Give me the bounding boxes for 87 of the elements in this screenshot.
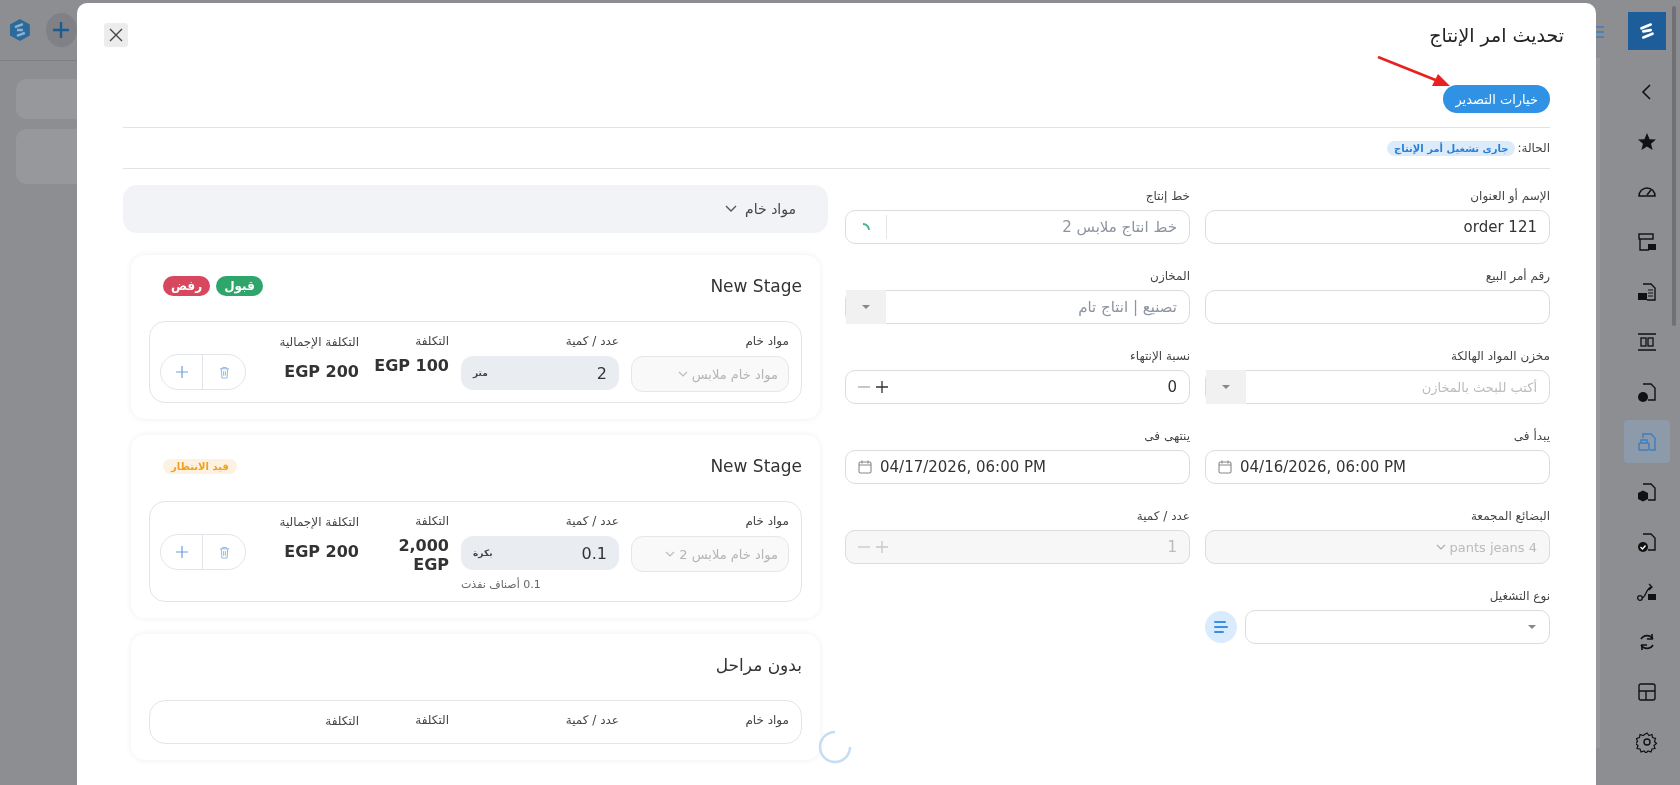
status-badge: جارى تشغيل أمر الإنتاج: [1387, 140, 1516, 156]
field-label: التكلفة الإجمالية: [279, 514, 359, 531]
chevron-down-icon: [665, 551, 676, 557]
card-background: [16, 79, 77, 119]
field-label: مواد خام: [744, 713, 789, 727]
chevron-down-icon: [677, 371, 688, 377]
text-field[interactable]: order 121: [1205, 210, 1550, 244]
close-button[interactable]: [104, 23, 128, 47]
plus-icon[interactable]: [876, 381, 888, 393]
stage-title: بدون مراحل: [715, 655, 802, 675]
logo-icon: [8, 17, 32, 43]
caret-down-icon: [1221, 384, 1231, 390]
select-field: pants jeans 4: [1205, 530, 1550, 564]
helper-text: 0.1 أصناف نفذت: [461, 578, 541, 591]
accordion-title: مواد خام: [745, 201, 796, 217]
calendar-icon: [1218, 460, 1232, 474]
stage-title: New Stage: [710, 456, 802, 476]
document-box-icon: [1636, 480, 1658, 503]
calendar-icon: [858, 460, 872, 474]
field-label: التكلفة: [415, 713, 449, 727]
chevron-down-icon: [1435, 544, 1446, 550]
accordion-header[interactable]: مواد خام: [123, 185, 828, 233]
field-label: مواد خام: [744, 334, 789, 348]
field-label: رقم أمر البيع: [1484, 269, 1550, 285]
settings-icon: [1636, 730, 1658, 753]
trash-icon: [218, 365, 230, 379]
field-label: التكلفة: [415, 334, 449, 348]
date-field[interactable]: 04/16/2026, 06:00 PM: [1205, 450, 1550, 484]
logo-icon: [1628, 12, 1666, 50]
columns-icon: [1636, 330, 1658, 353]
select-field[interactable]: خط انتاج ملابس 2: [845, 210, 1190, 244]
field-label: نوع التشغيل: [1488, 589, 1550, 606]
export-options-button[interactable]: خيارات التصدير: [1443, 85, 1550, 113]
document-lock-icon: [1636, 430, 1658, 453]
modal-title: تحديث امر الإنتاج: [1429, 24, 1564, 46]
total-value: EGP 200: [284, 362, 359, 381]
field-label: عدد / كمية: [564, 334, 619, 348]
field-label: عدد / كمية: [1135, 509, 1190, 525]
action-button[interactable]: قبول: [216, 276, 263, 296]
total-value: EGP 200: [284, 542, 359, 561]
loading-spinner-icon: [862, 223, 870, 231]
plus-icon: [51, 20, 72, 40]
plus-icon: [175, 366, 188, 378]
loading-spinner-icon: [817, 729, 853, 765]
register-icon: [1636, 230, 1658, 253]
cost-value: 2,000 EGP: [397, 536, 449, 574]
number-field[interactable]: 0: [845, 370, 1190, 404]
number-field: 1: [845, 530, 1190, 564]
add-button[interactable]: [45, 13, 77, 47]
unit-label: بكرة: [473, 548, 493, 558]
date-field[interactable]: 04/17/2026, 06:00 PM: [845, 450, 1190, 484]
document-check-icon: [1636, 530, 1658, 553]
field-label: مواد خام: [744, 514, 789, 528]
field-label: البضائع المجمعة: [1469, 509, 1550, 525]
stage-title: New Stage: [710, 276, 802, 296]
field-label: مخزن المواد الهالكة: [1450, 349, 1550, 366]
card-background: [16, 129, 77, 184]
field-label: عدد / كمية: [564, 713, 619, 727]
trash-icon: [218, 545, 230, 559]
document-briefcase-icon: [1636, 280, 1658, 303]
field-label: التكلفة: [325, 713, 359, 730]
field-label: التكلفة الإجمالية: [279, 334, 359, 351]
caret-down-icon: [861, 304, 871, 310]
status-label: الحالة:: [1517, 141, 1550, 155]
field-label: التكلفة: [415, 514, 449, 528]
chevron-down-icon: [725, 205, 738, 213]
unit-label: متر: [473, 368, 488, 378]
field-label: نسبة الإنتهاء: [1129, 349, 1190, 365]
list-icon: [1214, 621, 1228, 633]
close-icon: [109, 28, 123, 42]
cost-value: EGP 100: [374, 356, 449, 375]
field-label: خط إنتاج: [1144, 189, 1190, 205]
text-field[interactable]: [1205, 290, 1550, 324]
layout-icon: [1636, 680, 1658, 703]
select-field[interactable]: [1245, 610, 1550, 644]
field-label: الإسم أو العنوان: [1469, 189, 1550, 206]
action-button[interactable]: رفض: [163, 276, 211, 296]
select-field[interactable]: تصنيع | انتاج تام: [845, 290, 1190, 324]
field-label: ينتهى فى: [1143, 429, 1190, 445]
field-label: المخازن: [1149, 269, 1190, 285]
field-label: عدد / كمية: [564, 514, 619, 528]
caret-down-icon: [1527, 624, 1537, 630]
field-label: يبدأ فى: [1512, 429, 1550, 445]
plus-icon: [175, 546, 188, 558]
list-button[interactable]: [1205, 611, 1237, 643]
plus-icon: [876, 541, 888, 553]
status-badge: قيد الانتظار: [163, 458, 237, 474]
